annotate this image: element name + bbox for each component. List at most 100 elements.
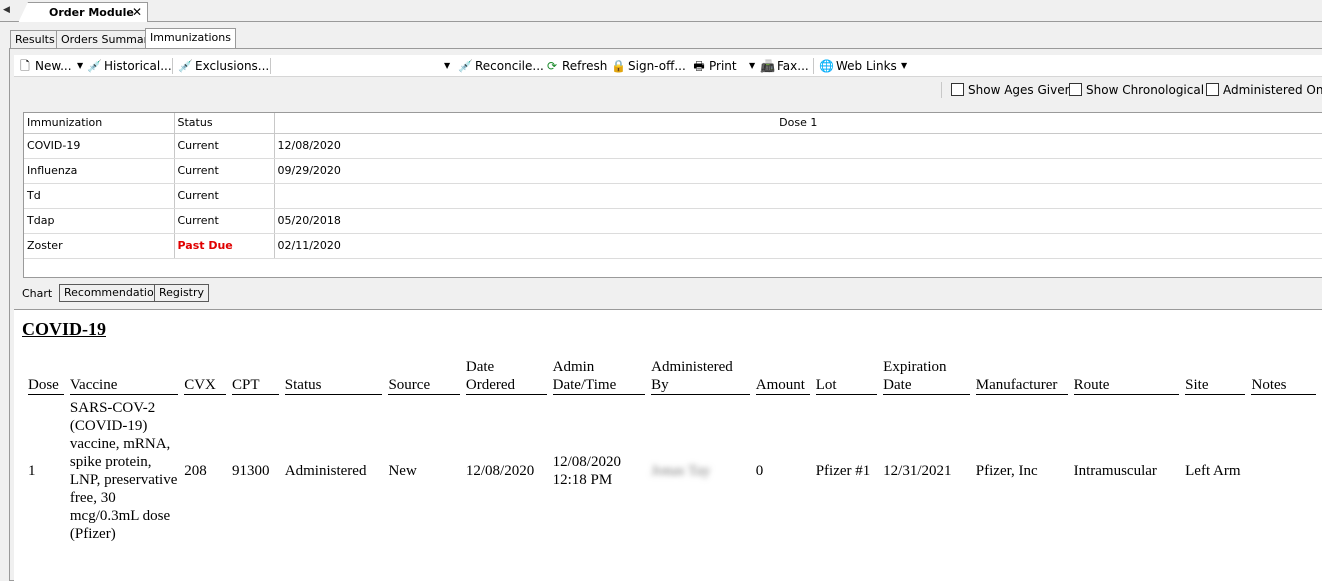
immunization-status: Past Due (174, 233, 275, 259)
printer-icon: 🖶 (693, 59, 705, 73)
header-cvx: CVX (184, 355, 226, 395)
route: Intramuscular (1073, 463, 1157, 479)
site: Left Arm (1185, 463, 1241, 479)
tab-immunizations[interactable]: Immunizations (145, 28, 236, 48)
header-manufacturer: Manufacturer (975, 355, 1068, 395)
detail-title: COVID-19 (22, 319, 106, 339)
immunization-name: Td (24, 183, 175, 209)
checkbox-box[interactable] (1069, 83, 1082, 96)
reconcile-button[interactable]: 💉 Reconcile... (458, 57, 544, 75)
dose-amount: 0 (755, 463, 764, 479)
immunization-name: COVID-19 (24, 133, 175, 159)
table-row[interactable]: Td Current (24, 183, 1322, 209)
detail-header-row: Dose Vaccine CVX CPT Status Source Date … (28, 355, 1316, 395)
immunization-grid: Immunization Status Dose 1 COVID-19 Curr… (23, 112, 1322, 278)
new-document-icon: 🗋 (20, 59, 30, 73)
column-header-status[interactable]: Status (174, 113, 275, 134)
tab-registry[interactable]: Registry (154, 284, 210, 302)
manufacturer: Pfizer, Inc (975, 463, 1038, 479)
document-tab-strip: ◀ Order Module ✕ (0, 0, 1322, 23)
reconcile-icon: 💉 (458, 59, 473, 73)
show-chronological-checkbox[interactable]: Show Chronological (1069, 83, 1204, 99)
immunization-status: Current (174, 208, 275, 234)
expiration-date: 12/31/2021 (883, 463, 952, 479)
exclusions-button[interactable]: 💉 Exclusions... (178, 57, 269, 75)
dose-1-date (274, 183, 1322, 209)
table-row[interactable]: Zoster Past Due 02/11/2020 (24, 233, 1322, 259)
web-links-button[interactable]: 🌐 Web Links (819, 57, 897, 75)
checkbox-label: Show Chronological (1086, 83, 1205, 97)
header-amount: Amount (755, 355, 810, 395)
fax-label: Fax... (777, 59, 809, 73)
tab-chart[interactable]: Chart (18, 286, 57, 304)
header-dose: Dose (28, 355, 64, 395)
tab-order-module[interactable]: Order Module ✕ (18, 2, 148, 23)
header-notes: Notes (1251, 355, 1316, 395)
dose-detail-table: Dose Vaccine CVX CPT Status Source Date … (22, 355, 1322, 543)
header-admin-datetime: Admin Date/Time (552, 355, 646, 395)
tab-label: Order Module (49, 6, 134, 19)
immunization-name: Tdap (24, 208, 175, 234)
refresh-label: Refresh (562, 59, 608, 73)
fax-button[interactable]: 📠 Fax... (760, 57, 809, 75)
table-row[interactable]: COVID-19 Current 12/08/2020 (24, 133, 1322, 159)
signoff-label: Sign-off... (628, 59, 686, 73)
dose-number: 1 (28, 463, 36, 479)
dose-1-date: 12/08/2020 (274, 133, 1322, 159)
vaccine-description: SARS-COV-2 (COVID-19) vaccine, mRNA, spi… (69, 400, 178, 542)
print-button[interactable]: 🖶 Print (692, 57, 736, 75)
tab-results[interactable]: Results (10, 30, 60, 48)
date-ordered: 12/08/2020 (465, 463, 535, 479)
tab-recommendation[interactable]: Recommendation (59, 284, 166, 302)
web-links-dropdown-arrow-icon[interactable]: ▼ (901, 57, 907, 75)
refresh-button[interactable]: ⟳ Refresh (545, 57, 607, 75)
web-links-label: Web Links (836, 59, 897, 73)
column-header-immunization[interactable]: Immunization (24, 113, 175, 134)
administered-by-name: Jonas Tay (651, 463, 711, 479)
show-ages-given-checkbox[interactable]: Show Ages Given (951, 83, 1072, 99)
immunization-status: Current (174, 133, 275, 159)
exclusions-label: Exclusions... (195, 59, 270, 73)
column-header-dose-1[interactable]: Dose 1 (274, 113, 1322, 134)
checkbox-label: Administered Only (1223, 83, 1322, 97)
table-row[interactable]: Tdap Current 05/20/2018 (24, 208, 1322, 234)
table-row[interactable]: Influenza Current 09/29/2020 (24, 158, 1322, 184)
cvx-code: 208 (184, 463, 207, 479)
tab-label: Immunizations (150, 31, 231, 44)
header-lot: Lot (815, 355, 878, 395)
new-dropdown-arrow-icon[interactable]: ▼ (77, 57, 83, 75)
signoff-button[interactable]: 🔒 Sign-off... (611, 57, 686, 75)
notes (1251, 395, 1316, 543)
scroll-left-arrow-icon[interactable]: ◀ (3, 4, 13, 16)
grid-header-row: Immunization Status Dose 1 (24, 113, 1322, 134)
print-dropdown-arrow-icon[interactable]: ▼ (749, 57, 755, 75)
checkbox-label: Show Ages Given (968, 83, 1073, 97)
filter-bar: Show Ages Given Show Chronological Admin… (14, 79, 1322, 101)
historical-button[interactable]: 💉 Historical... (87, 57, 172, 75)
header-administered-by: Administered By (651, 355, 750, 395)
tab-label: Orders Summary (61, 33, 155, 46)
lot-number: Pfizer #1 (815, 463, 871, 479)
toolbar: 🗋 New... ▼ 💉 Historical... 💉 Exclusions... … (14, 55, 1322, 77)
header-cpt: CPT (231, 355, 279, 395)
syringe-icon: 💉 (87, 59, 102, 73)
close-icon[interactable]: ✕ (132, 5, 142, 19)
tab-label: Chart (22, 287, 53, 300)
tab-label: Results (15, 33, 55, 46)
tab-label: Registry (159, 286, 205, 299)
new-button[interactable]: 🗋 New... (18, 57, 71, 75)
lock-icon: 🔒 (611, 59, 626, 73)
checkbox-box[interactable] (1206, 83, 1219, 96)
globe-icon: 🌐 (819, 59, 834, 73)
immunization-name: Zoster (24, 233, 175, 259)
view-tab-strip: Chart Recommendation Registry (14, 283, 1322, 304)
header-status: Status (284, 355, 383, 395)
header-date-ordered: Date Ordered (465, 355, 547, 395)
immunization-detail-report: COVID-19 Dose Vaccine CVX CPT Status Sou… (14, 309, 1322, 581)
dose-status: Administered (284, 463, 367, 479)
checkbox-box[interactable] (951, 83, 964, 96)
combo-dropdown-arrow-icon[interactable]: ▼ (444, 57, 450, 75)
exclusion-syringe-icon: 💉 (178, 59, 193, 73)
administered-only-checkbox[interactable]: Administered Only (1206, 83, 1322, 99)
header-vaccine: Vaccine (69, 355, 179, 395)
